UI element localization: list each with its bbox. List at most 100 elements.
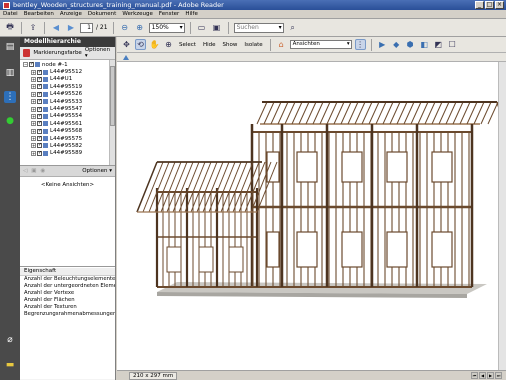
expand-toggle-icon[interactable]: +: [31, 84, 36, 90]
print-icon[interactable]: 🖶: [4, 22, 16, 34]
view-camera-icon[interactable]: ▣: [31, 168, 36, 174]
expand-toggle-icon[interactable]: +: [31, 150, 36, 156]
tree-node[interactable]: + L44#95547: [20, 105, 115, 112]
model-tree-toggle-icon[interactable]: ⋮: [354, 39, 366, 50]
views-options-menu[interactable]: Optionen ▾: [82, 168, 112, 174]
visibility-checkbox[interactable]: [29, 61, 34, 68]
background-color-icon[interactable]: ◩: [433, 39, 444, 50]
visibility-checkbox[interactable]: [37, 120, 42, 127]
menu-datei[interactable]: Datei: [3, 11, 18, 17]
visibility-checkbox[interactable]: [37, 76, 42, 82]
next-page-icon[interactable]: ▶: [65, 22, 77, 34]
isolate-button[interactable]: Isolate: [242, 42, 264, 48]
zoom-out-icon[interactable]: ⊖: [119, 22, 131, 34]
hide-button[interactable]: Hide: [201, 42, 218, 48]
paperclip-icon[interactable]: ⌀: [4, 334, 16, 346]
menu-bearbeiten[interactable]: Bearbeiten: [24, 11, 54, 17]
expand-toggle-icon[interactable]: +: [31, 113, 36, 119]
spin-icon[interactable]: ⟲: [135, 39, 146, 50]
rotate-icon[interactable]: ✥: [121, 39, 132, 50]
visibility-checkbox[interactable]: [37, 135, 42, 142]
tree-node[interactable]: + L44#95519: [20, 83, 115, 90]
expand-toggle-icon[interactable]: +: [31, 128, 36, 134]
last-page-icon[interactable]: ⏭: [495, 372, 502, 379]
document-scrollbar[interactable]: [498, 62, 506, 370]
zoom-select[interactable]: 150%: [148, 22, 185, 33]
comments-icon[interactable]: ▬: [4, 359, 16, 371]
tree-node[interactable]: + L44#95526: [20, 91, 115, 98]
attachments-icon[interactable]: ▥: [4, 67, 16, 79]
views-select[interactable]: Ansichten: [289, 40, 352, 49]
expand-toggle-icon[interactable]: +: [31, 136, 36, 142]
menu-dokument[interactable]: Dokument: [88, 11, 117, 17]
visibility-checkbox[interactable]: [37, 113, 42, 119]
fit-page-icon[interactable]: ▭: [196, 22, 208, 34]
select-button[interactable]: Select: [177, 42, 198, 48]
tree-node[interactable]: + L44#95554: [20, 113, 115, 120]
zoom-3d-icon[interactable]: ⊕: [163, 39, 174, 50]
expand-toggle-icon[interactable]: +: [31, 99, 36, 105]
previous-page-icon[interactable]: ◀: [50, 22, 62, 34]
expand-toggle-icon[interactable]: +: [31, 143, 36, 149]
view-delete-icon[interactable]: ◉: [40, 168, 45, 174]
visibility-checkbox[interactable]: [37, 142, 42, 149]
prev-page-icon[interactable]: ◀: [479, 372, 486, 379]
menu-anzeige[interactable]: Anzeige: [60, 11, 82, 17]
minimize-button[interactable]: _: [475, 1, 484, 9]
visibility-checkbox[interactable]: [37, 91, 42, 97]
expand-toggle-icon[interactable]: +: [31, 69, 36, 75]
tree-node[interactable]: + L44#95561: [20, 120, 115, 127]
projection-icon[interactable]: ◆: [391, 39, 402, 50]
menu-hilfe[interactable]: Hilfe: [185, 11, 198, 17]
expand-toggle-icon[interactable]: +: [31, 106, 36, 112]
expand-toggle-icon[interactable]: +: [31, 91, 36, 97]
options-menu[interactable]: Optionen ▾: [85, 47, 112, 59]
tree-scrollbar[interactable]: [109, 60, 115, 165]
first-page-icon[interactable]: ⏮: [471, 372, 478, 379]
visibility-checkbox[interactable]: [37, 128, 42, 134]
export-icon[interactable]: ⇪: [27, 22, 39, 34]
tree-node[interactable]: + L44#95568: [20, 128, 115, 135]
maximize-button[interactable]: □: [485, 1, 494, 9]
close-button[interactable]: ×: [495, 1, 504, 9]
menu-fenster[interactable]: Fenster: [159, 11, 179, 17]
3d-model-canvas[interactable]: [117, 62, 498, 370]
tree-node[interactable]: − node #-1: [20, 61, 115, 68]
play-animation-icon[interactable]: ▶: [377, 39, 388, 50]
visibility-checkbox[interactable]: [37, 69, 42, 75]
collapse-toolbar-icon[interactable]: [123, 55, 129, 60]
scrollbar-thumb[interactable]: [110, 66, 115, 126]
render-mode-icon[interactable]: ⬢: [405, 39, 416, 50]
tree-node[interactable]: + L44#U1: [20, 76, 115, 83]
page-number-input[interactable]: 1: [80, 22, 93, 33]
tree-node[interactable]: + L44#95582: [20, 142, 115, 149]
pan-icon[interactable]: ✋: [149, 39, 160, 50]
layers-icon[interactable]: ●: [4, 115, 16, 127]
search-icon[interactable]: ⌕: [287, 22, 299, 34]
expand-toggle-icon[interactable]: −: [23, 62, 28, 68]
fit-width-icon[interactable]: ▣: [211, 22, 223, 34]
tree-node[interactable]: + L44#95533: [20, 98, 115, 105]
menu-werkzeuge[interactable]: Werkzeuge: [122, 11, 153, 17]
tree-node[interactable]: + L44#95575: [20, 135, 115, 142]
next-page-small-icon[interactable]: ▶: [487, 372, 494, 379]
cross-section-icon[interactable]: ☐: [447, 39, 458, 50]
zoom-in-icon[interactable]: ⊕: [134, 22, 146, 34]
visibility-checkbox[interactable]: [37, 98, 42, 105]
show-button[interactable]: Show: [221, 42, 240, 48]
visibility-checkbox[interactable]: [37, 150, 42, 156]
lighting-icon[interactable]: ◧: [419, 39, 430, 50]
marking-color-button[interactable]: Markierungsfarbe: [33, 50, 82, 56]
visibility-checkbox[interactable]: [37, 106, 42, 112]
model-tree-icon[interactable]: ⋮: [4, 91, 16, 103]
expand-toggle-icon[interactable]: +: [31, 76, 36, 82]
tree-node[interactable]: + L44#95589: [20, 150, 115, 157]
visibility-checkbox[interactable]: [37, 83, 42, 90]
search-input[interactable]: Suchen: [233, 22, 284, 33]
home-view-icon[interactable]: ⌂: [276, 39, 287, 50]
expand-toggle-icon[interactable]: +: [31, 121, 36, 127]
tree-node[interactable]: + L44#95512: [20, 68, 115, 75]
view-back-icon[interactable]: ◁: [23, 168, 27, 174]
marking-color-icon[interactable]: [23, 49, 31, 57]
pages-icon[interactable]: ▤: [4, 41, 16, 53]
